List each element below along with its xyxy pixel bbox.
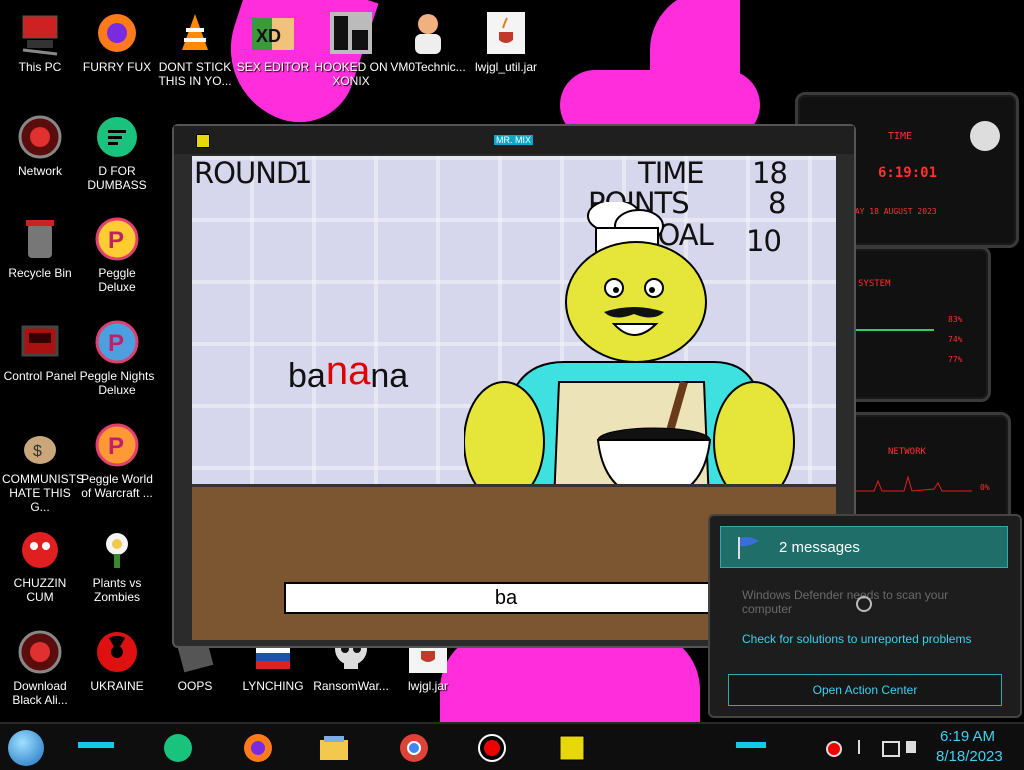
desktop-icon[interactable]: Network	[2, 110, 78, 206]
round-label: ROUND	[194, 156, 298, 190]
plants-vs-zombies-icon	[94, 526, 140, 572]
svg-text:$: $	[33, 443, 42, 460]
network-widget-value: 0%	[980, 483, 990, 492]
vlc-cone-icon	[172, 10, 218, 56]
desktop-icon[interactable]: CHUZZIN CUM	[2, 522, 78, 618]
desktop-icon[interactable]: P Peggle Deluxe	[79, 212, 155, 308]
round-value: 1	[294, 156, 312, 190]
desktop-icon[interactable]: D FOR DUMBASS	[79, 110, 155, 206]
taskbar-chrome-icon[interactable]	[398, 732, 430, 764]
firefox-icon	[94, 10, 140, 56]
control-panel-icon	[17, 319, 63, 365]
taskbar-firefox-icon[interactable]	[242, 732, 274, 764]
tray-record-icon[interactable]	[826, 741, 842, 757]
taskbar-game-icon[interactable]	[556, 732, 588, 764]
svg-text:P: P	[108, 433, 124, 460]
alien-logo-icon	[970, 121, 1000, 151]
recycle-bin-icon	[17, 216, 63, 262]
desktop-icon[interactable]: HOOKED ON XONIX	[313, 6, 389, 102]
hxd-editor-icon: XD	[250, 10, 296, 56]
taskbar: 6:19 AM 8/18/2023	[0, 722, 1024, 770]
time-widget-clock: 6:19:01	[878, 165, 938, 181]
network-widget-title: NETWORK	[888, 447, 926, 457]
time-label: TIME	[638, 156, 705, 190]
svg-text:XD: XD	[256, 26, 281, 46]
system-bar	[854, 329, 934, 331]
desktop-icon[interactable]: lwjgl_util.jar	[468, 6, 544, 102]
money-bag-icon: $	[17, 422, 63, 468]
word-input[interactable]: ba	[284, 582, 728, 614]
doctor-icon	[405, 10, 451, 56]
system-widget-title: SYSTEM	[858, 279, 891, 289]
desktop-icon[interactable]: Control Panel	[2, 315, 78, 411]
system-value: 83%	[948, 315, 963, 324]
messages-title: 2 messages	[779, 539, 860, 556]
desktop-icon[interactable]: P Peggle Nights Deluxe	[79, 315, 155, 411]
solutions-link[interactable]: Check for solutions to unreported proble…	[742, 632, 971, 646]
xonix-icon	[328, 10, 374, 56]
radiation-icon	[94, 629, 140, 675]
java-jar-icon	[483, 10, 529, 56]
peggle-wow-icon: P	[94, 422, 140, 468]
desktop-icon[interactable]: VM0Technic...	[390, 6, 466, 102]
desktop-icon[interactable]: $ COMMUNISTS HATE THIS G...	[2, 418, 84, 514]
taskbar-green-app-icon[interactable]	[162, 732, 194, 764]
open-action-center-button[interactable]: Open Action Center	[728, 674, 1002, 706]
desktop-icon[interactable]: This PC	[2, 6, 78, 102]
taskbar-record-icon[interactable]	[476, 732, 508, 764]
system-value: 74%	[948, 335, 963, 344]
messages-header[interactable]: 2 messages	[720, 526, 1008, 568]
system-value: 77%	[948, 355, 963, 364]
svg-text:P: P	[108, 227, 124, 254]
loading-cursor-icon	[856, 596, 872, 612]
tray-volume-icon[interactable]	[906, 741, 916, 753]
start-button[interactable]	[8, 730, 44, 766]
desktop-icon[interactable]: P Peggle World of Warcraft ...	[79, 418, 155, 514]
desktop-icon[interactable]: Download Black Ali...	[2, 625, 78, 721]
taskbar-decoration	[78, 742, 114, 748]
target-word-suffix: na	[370, 357, 409, 395]
green-app-icon	[94, 114, 140, 160]
time-widget-date: DAY 18 AUGUST 2023	[850, 207, 937, 216]
target-word-highlight: na	[325, 349, 371, 393]
peggle-icon: P	[94, 216, 140, 262]
tray-network-icon[interactable]	[882, 741, 900, 757]
time-widget-title: TIME	[888, 131, 913, 142]
desktop-icon[interactable]: Plants vs Zombies	[79, 522, 155, 618]
alien-network-icon	[17, 114, 63, 160]
taskbar-decoration	[736, 742, 766, 748]
chuzzle-icon	[17, 526, 63, 572]
desktop-icon[interactable]: XD SEX EDITOR	[235, 6, 311, 102]
time-value: 18	[752, 156, 788, 190]
taskbar-clock[interactable]: 6:19 AM	[940, 728, 995, 745]
desktop-icon[interactable]: DONT STICK THIS IN YO...	[157, 6, 233, 102]
computer-icon	[17, 10, 63, 56]
game-window-title: MR. MIX	[494, 135, 533, 145]
target-word-prefix: ba	[288, 357, 326, 395]
svg-text:P: P	[108, 330, 124, 357]
peggle-nights-icon: P	[94, 319, 140, 365]
app-icon	[196, 134, 210, 148]
alien-download-icon	[17, 629, 63, 675]
system-widget: SYSTEM 83% 74% 77%	[845, 246, 991, 402]
network-graph	[854, 475, 972, 492]
flag-icon	[735, 535, 761, 559]
network-widget: NETWORK 0%	[845, 412, 1011, 528]
desktop-icon[interactable]: FURRY FUX	[79, 6, 155, 102]
desktop-icon[interactable]: UKRAINE	[79, 625, 155, 721]
game-window-titlebar[interactable]: MR. MIX	[174, 126, 854, 154]
taskbar-date[interactable]: 8/18/2023	[936, 748, 1003, 765]
action-center-popup[interactable]: 2 messages Windows Defender needs to sca…	[708, 514, 1022, 718]
desktop-icon[interactable]: Recycle Bin	[2, 212, 78, 308]
tray-flag-icon[interactable]	[858, 740, 872, 754]
taskbar-file-explorer-icon[interactable]	[318, 732, 350, 764]
target-word: banana	[288, 349, 409, 397]
